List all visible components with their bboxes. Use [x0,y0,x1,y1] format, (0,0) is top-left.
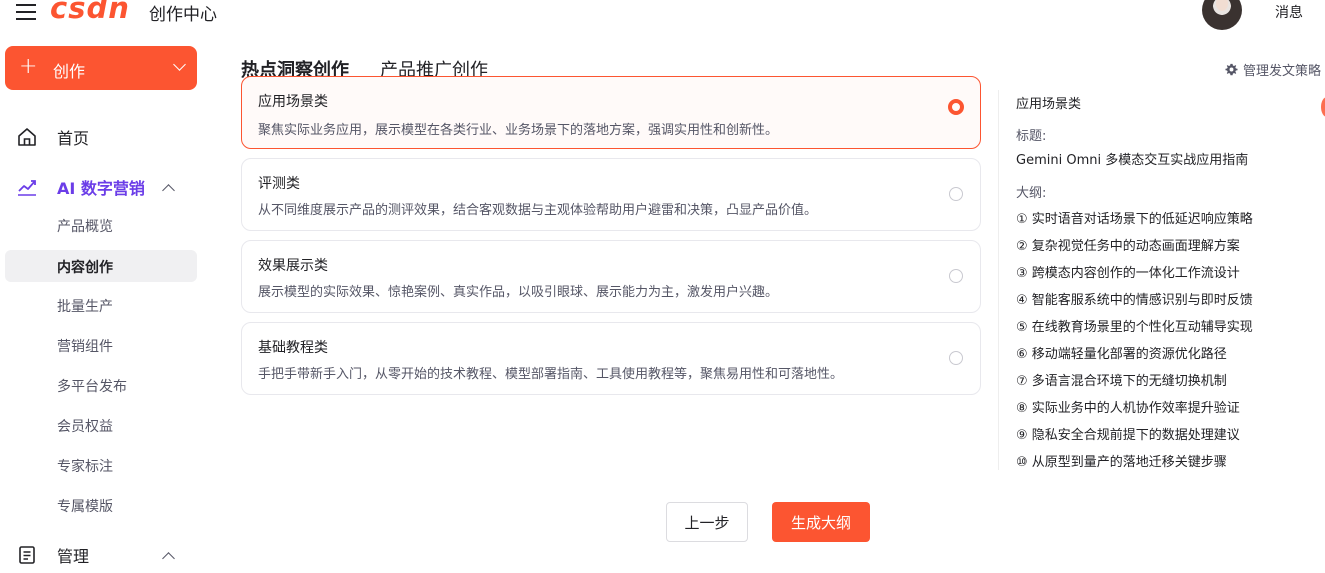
avatar[interactable] [1202,0,1242,30]
radio-button[interactable] [949,269,963,283]
document-icon [16,544,38,566]
option-card-evaluation[interactable]: 评测类 从不同维度展示产品的测评效果，结合客观数据与主观体验帮助用户避雷和决策，… [241,158,981,231]
option-card-basic-tutorial[interactable]: 基础教程类 手把手带新手入门，从零开始的技术教程、模型部署指南、工具使用教程等，… [241,322,981,395]
hamburger-menu-icon[interactable] [16,2,36,20]
manage-strategy-link[interactable]: 管理发文策略 [1225,60,1321,79]
sidebar-item-home[interactable]: 首页 [16,123,89,151]
chevron-up-icon[interactable] [162,184,175,197]
outline-item: ⑨ 隐私安全合规前提下的数据处理建议 [1016,428,1240,443]
create-button[interactable]: + 创作 [5,46,197,90]
sidebar-item-label: 管理 [57,547,90,566]
option-card-application-scenario[interactable]: 应用场景类 聚焦实际业务应用，展示模型在各类行业、业务场景下的落地方案，强调实用… [241,76,981,149]
option-description: 从不同维度展示产品的测评效果，结合客观数据与主观体验帮助用户避雷和决策，凸显产品… [258,203,818,218]
outline-item: ② 复杂视觉任务中的动态画面理解方案 [1016,239,1240,254]
option-title: 基础教程类 [258,340,328,356]
option-title: 评测类 [258,176,300,192]
app-title: 创作中心 [149,5,217,25]
outline-item: ④ 智能客服系统中的情感识别与即时反馈 [1016,293,1253,308]
manage-strategy-label: 管理发文策略 [1243,64,1322,79]
chevron-down-icon [173,58,186,71]
option-description: 聚焦实际业务应用，展示模型在各类行业、业务场景下的落地方案，强调实用性和创新性。 [258,123,779,138]
option-description: 手把手带新手入门，从零开始的技术教程、模型部署指南、工具使用教程等，聚焦易用性和… [258,367,844,382]
outline-item: ⑧ 实际业务中的人机协作效率提升验证 [1016,401,1240,416]
sidebar-subitem-content-creation[interactable]: 内容创作 [5,250,197,282]
sidebar-subitem-exclusive-templates[interactable]: 专属模版 [57,496,113,516]
home-icon [16,126,38,148]
outline-item: ⑥ 移动端轻量化部署的资源优化路径 [1016,347,1227,362]
create-button-label: 创作 [53,62,86,81]
generate-outline-button[interactable]: 生成大纲 [772,502,870,542]
outline-item: ⑦ 多语言混合环境下的无缝切换机制 [1016,374,1227,389]
outline-item: ③ 跨模态内容创作的一体化工作流设计 [1016,266,1240,281]
option-description: 展示模型的实际效果、惊艳案例、真实作品，以吸引眼球、展示能力为主，激发用户兴趣。 [258,285,779,300]
radio-button[interactable] [949,351,963,365]
option-title: 效果展示类 [258,258,328,274]
preview-category: 应用场景类 [1016,97,1082,112]
sidebar-subitem-expert-annotation[interactable]: 专家标注 [57,456,113,476]
sidebar-item-label: 首页 [57,129,90,148]
sidebar-subitem-batch-production[interactable]: 批量生产 [57,296,113,316]
preview-title: Gemini Omni 多模态交互实战应用指南 [1016,153,1249,168]
radio-button-selected[interactable] [948,99,964,115]
previous-step-button[interactable]: 上一步 [666,502,748,542]
radio-button[interactable] [949,187,963,201]
sidebar-subitem-marketing-components[interactable]: 营销组件 [57,336,113,356]
sidebar-item-label: AI 数字营销 [57,179,145,198]
csdn-logo[interactable]: csdn [50,0,130,25]
outline-item: ⑤ 在线教育场景里的个性化互动辅导实现 [1016,320,1253,335]
plus-icon: + [19,54,38,79]
sidebar-item-manage[interactable]: 管理 [16,541,89,569]
sidebar-subitem-multi-platform-publish[interactable]: 多平台发布 [57,376,127,396]
outline-item: ① 实时语音对话场景下的低延迟响应策略 [1016,212,1253,227]
option-title: 应用场景类 [258,94,328,110]
trend-chart-icon [16,176,38,198]
outline-preview-panel: 应用场景类 标题: Gemini Omni 多模态交互实战应用指南 大纲: ① … [998,90,1325,470]
sidebar-subitem-label: 内容创作 [57,260,113,276]
sidebar-item-ai-marketing[interactable]: AI 数字营销 [16,173,145,201]
messages-link[interactable]: 消息 [1275,2,1303,22]
preview-outline-label: 大纲: [1016,186,1047,201]
sidebar-subitem-member-benefits[interactable]: 会员权益 [57,416,113,436]
top-bar: csdn 创作中心 消息 [0,0,1325,30]
chevron-up-icon[interactable] [162,552,175,565]
sidebar-subitem-product-overview[interactable]: 产品概览 [57,216,113,236]
outline-item: ⑩ 从原型到量产的落地迁移关键步骤 [1016,455,1227,470]
gear-icon [1225,63,1238,76]
option-card-effect-showcase[interactable]: 效果展示类 展示模型的实际效果、惊艳案例、真实作品，以吸引眼球、展示能力为主，激… [241,240,981,313]
preview-title-label: 标题: [1016,129,1047,144]
